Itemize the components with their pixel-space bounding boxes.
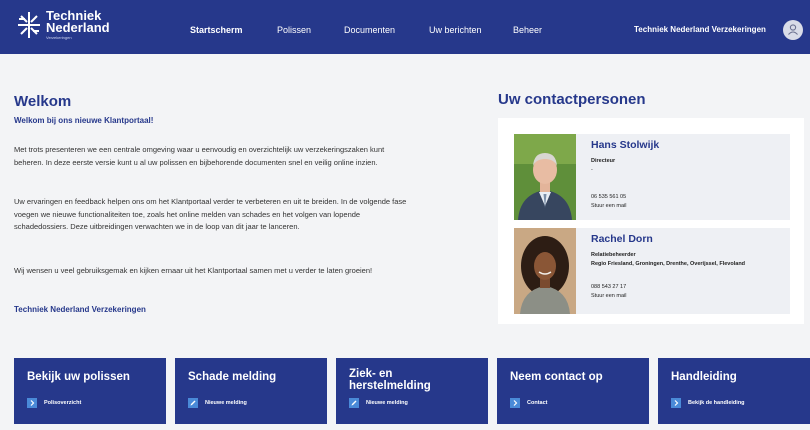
user-icon (788, 24, 798, 35)
tile-schade-melding[interactable]: Schade melding Nieuwe melding (175, 358, 327, 424)
logo-mark-icon (18, 12, 40, 38)
contact-photo (514, 228, 576, 314)
welcome-paragraph-2: Uw ervaringen en feedback helpen ons om … (14, 197, 407, 232)
welcome-paragraph-3: Wij wensen u veel gebruiksgemak en kijke… (14, 266, 373, 275)
company-logo[interactable]: Techniek Nederland Verzekeringen (16, 8, 110, 46)
welcome-subtitle: Welkom bij ons nieuwe Klantportaal! (14, 116, 154, 125)
edit-icon (349, 398, 359, 408)
contact-role: Directeur (591, 158, 616, 164)
tile-handleiding[interactable]: Handleiding Bekijk de handleiding (658, 358, 810, 424)
nav-polissen[interactable]: Polissen (277, 25, 311, 35)
user-avatar[interactable] (783, 20, 803, 40)
chevron-right-icon (27, 398, 37, 408)
tile-link-label: Contact (527, 400, 548, 406)
contacts-title: Uw contactpersonen (498, 91, 646, 108)
welcome-paragraph-1: Met trots presenteren we een centrale om… (14, 145, 385, 167)
nav-documenten[interactable]: Documenten (344, 25, 395, 35)
contacts-panel: Hans Stolwijk Directeur - 06 535 561 05 … (498, 118, 804, 324)
tile-title: Neem contact op (510, 371, 603, 383)
tile-link-label: Bekijk de handleiding (688, 400, 745, 406)
contact-name: Rachel Dorn (591, 233, 653, 245)
contact-card: Hans Stolwijk Directeur - 06 535 561 05 … (514, 134, 790, 220)
tile-title: Bekijk uw polissen (27, 371, 130, 383)
contact-name: Hans Stolwijk (591, 139, 660, 151)
tile-ziek-herstelmelding[interactable]: Ziek- en herstelmelding Nieuwe melding (336, 358, 488, 424)
logo-text-line2: Nederland (46, 20, 110, 35)
company-name: Techniek Nederland Verzekeringen (634, 25, 766, 34)
welcome-title: Welkom (14, 93, 72, 110)
contact-region: Regio Friesland, Groningen, Drenthe, Ove… (591, 261, 746, 267)
logo-text-line3: Verzekeringen (46, 35, 72, 40)
contact-mail-link[interactable]: Stuur een mail (591, 293, 626, 299)
tile-neem-contact-op[interactable]: Neem contact op Contact (497, 358, 649, 424)
contact-role: Relatiebeheerder (591, 252, 636, 258)
contact-phone[interactable]: 088 543 27 17 (591, 284, 626, 290)
contact-mail-link[interactable]: Stuur een mail (591, 203, 626, 209)
contact-region: - (591, 167, 593, 173)
tile-title: Ziek- en herstelmelding (349, 368, 431, 392)
contact-phone[interactable]: 06 535 561 05 (591, 194, 626, 200)
tile-bekijk-polissen[interactable]: Bekijk uw polissen Polisoverzicht (14, 358, 166, 424)
nav-startscherm[interactable]: Startscherm (190, 25, 243, 35)
tile-title: Schade melding (188, 371, 277, 383)
tile-link-label: Polisoverzicht (44, 400, 82, 406)
chevron-right-icon (671, 398, 681, 408)
contact-photo (514, 134, 576, 220)
welcome-signature: Techniek Nederland Verzekeringen (14, 305, 146, 314)
edit-icon (188, 398, 198, 408)
tile-link-label: Nieuwe melding (205, 400, 247, 406)
tile-link-label: Nieuwe melding (366, 400, 408, 406)
nav-uw-berichten[interactable]: Uw berichten (429, 25, 482, 35)
nav-beheer[interactable]: Beheer (513, 25, 542, 35)
tile-title: Handleiding (671, 371, 737, 383)
chevron-right-icon (510, 398, 520, 408)
top-navigation-bar: Techniek Nederland Verzekeringen Startsc… (0, 0, 810, 54)
contact-card: Rachel Dorn Relatiebeheerder Regio Fries… (514, 228, 790, 314)
